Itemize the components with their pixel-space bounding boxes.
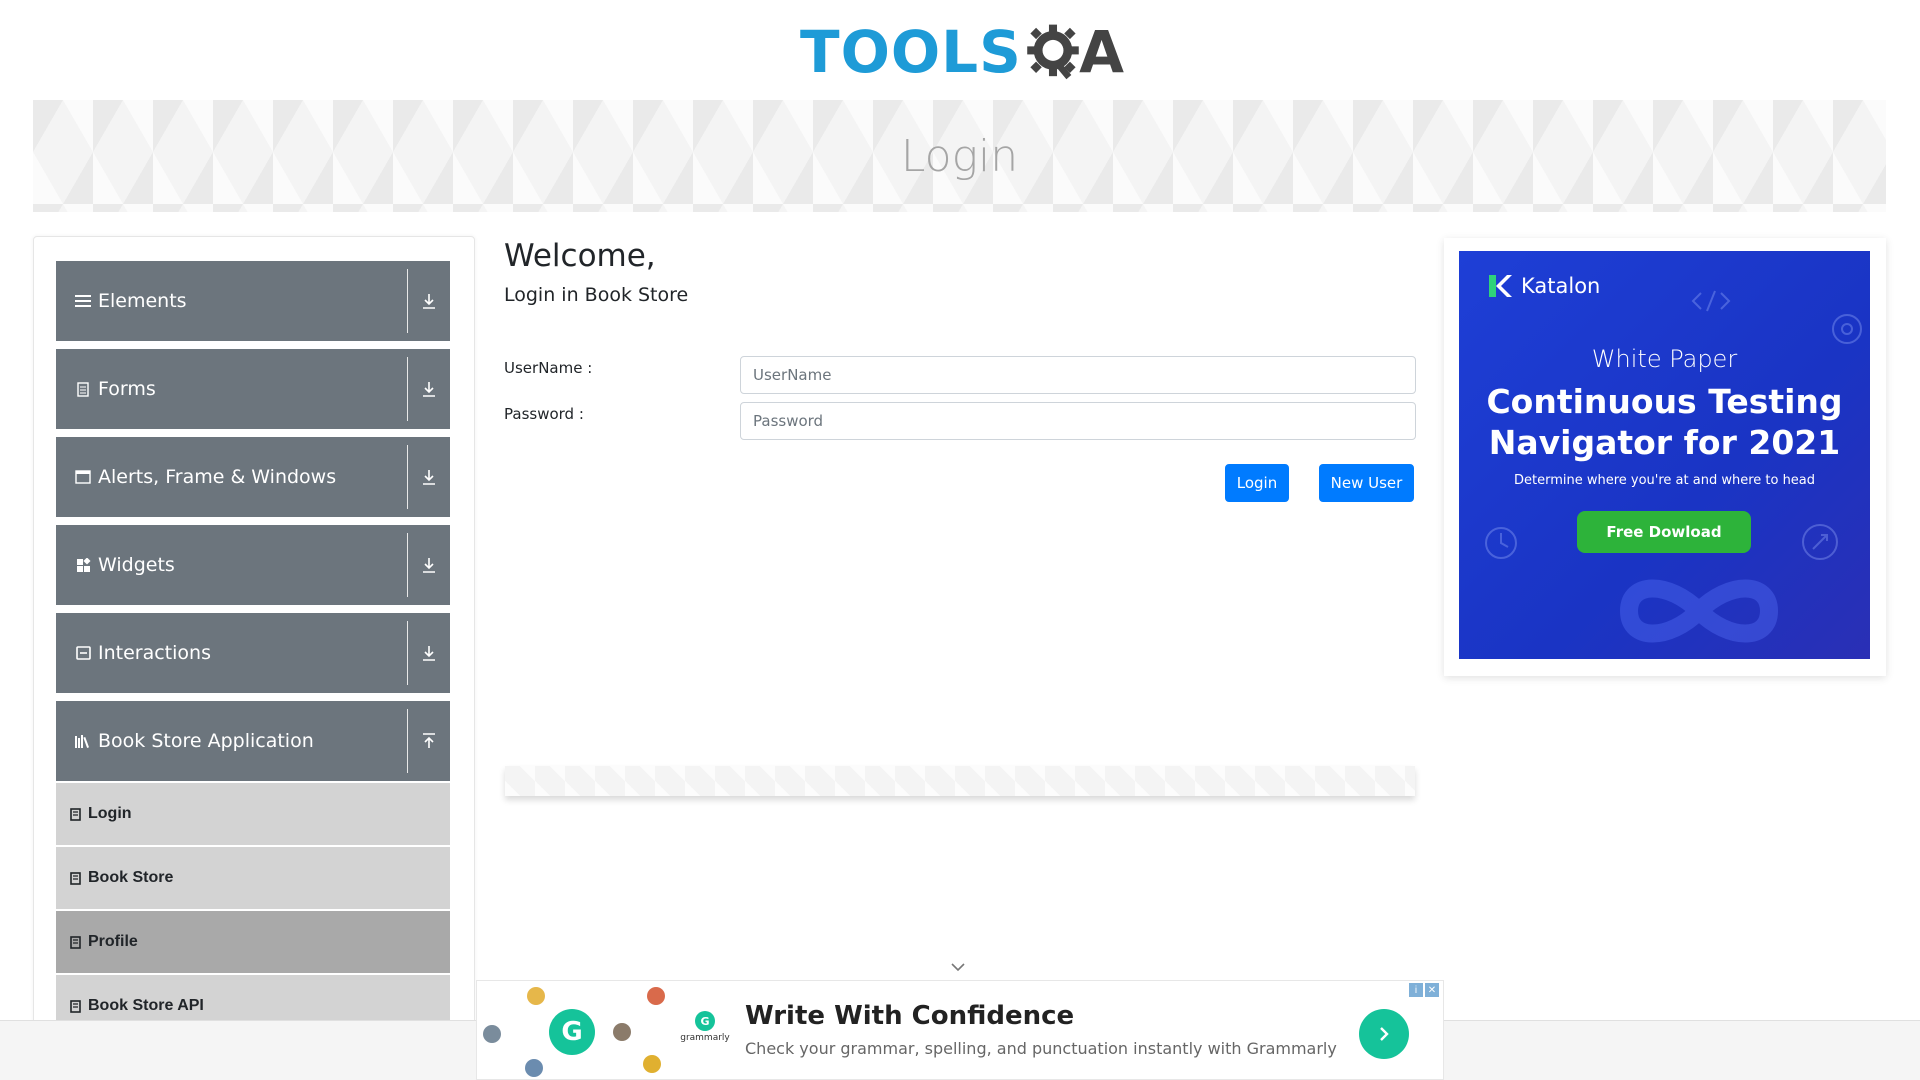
document-icon [73, 379, 93, 399]
sidebar-group-alerts[interactable]: Alerts, Frame & Windows [56, 437, 450, 517]
books-icon [73, 731, 93, 751]
logo-tools-text: TOOLS [800, 18, 1022, 86]
sidebar-group-interactions[interactable]: Interactions [56, 613, 450, 693]
gear-magnifier-icon [1027, 24, 1079, 80]
username-input[interactable] [740, 356, 1416, 394]
logo-letter: G [700, 1014, 710, 1028]
book-icon [70, 807, 82, 821]
avatar [647, 987, 665, 1005]
widgets-icon [73, 555, 93, 575]
new-user-button[interactable]: New User [1319, 464, 1414, 502]
sidebar: Elements Forms Alerts, Frame & Windows W… [33, 236, 475, 1036]
infinity-graphic [1619, 579, 1779, 643]
ad-title-line: Navigator for 2021 [1488, 423, 1841, 462]
welcome-heading: Welcome, [504, 238, 656, 274]
avatar [643, 1055, 661, 1073]
close-icon[interactable]: ✕ [1425, 983, 1439, 997]
sidebar-group-label: Elements [98, 290, 187, 312]
ad-choices[interactable]: i ✕ [1409, 983, 1439, 997]
chevron-down-icon[interactable] [950, 962, 966, 972]
sidebar-group-elements[interactable]: Elements [56, 261, 450, 341]
page-banner: Login [33, 100, 1886, 212]
katalon-brand-name: Katalon [1521, 274, 1601, 298]
settings-icon [1832, 314, 1862, 344]
logo-a-text: A [1079, 18, 1124, 86]
avatar [613, 1023, 631, 1041]
download-arrow-icon[interactable] [408, 557, 450, 573]
logo-letter: G [561, 1017, 583, 1047]
book-icon [70, 871, 82, 885]
sidebar-group-book-store-application[interactable]: Book Store Application [56, 701, 450, 781]
sidebar-group-widgets[interactable]: Widgets [56, 525, 450, 605]
katalon-ad[interactable]: Katalon White Paper Continuous Testing N… [1459, 251, 1870, 659]
ad-subtitle: Determine where you're at and where to h… [1513, 473, 1816, 488]
sidebar-item-login[interactable]: Login [56, 783, 450, 845]
avatar [483, 1025, 501, 1043]
password-input[interactable] [740, 402, 1416, 440]
sidebar-group-label: Widgets [98, 554, 175, 576]
grammarly-logo-icon: G [549, 1009, 595, 1055]
ad-title: Continuous Testing Navigator for 2021 [1459, 381, 1870, 463]
grammarly-small-logo-icon: G [695, 1011, 715, 1031]
side-ad-card: Katalon White Paper Continuous Testing N… [1444, 238, 1886, 676]
sidebar-item-label: Book Store API [88, 997, 204, 1014]
download-arrow-icon[interactable] [408, 381, 450, 397]
sidebar-item-label: Login [88, 805, 132, 822]
sidebar-group-label: Interactions [98, 642, 211, 664]
code-icon [1691, 290, 1731, 312]
ad-headline: Write With Confidence [745, 1001, 1075, 1031]
sidebar-item-label: Book Store [88, 869, 174, 886]
upload-arrow-icon[interactable] [408, 733, 450, 749]
ad-title-line: Continuous Testing [1486, 382, 1843, 421]
chevron-right-icon[interactable] [1359, 1009, 1409, 1059]
avatar [525, 1059, 543, 1077]
sidebar-group-forms[interactable]: Forms [56, 349, 450, 429]
download-arrow-icon[interactable] [408, 293, 450, 309]
window-icon [73, 467, 93, 487]
free-download-button[interactable]: Free Dowload [1577, 511, 1751, 553]
login-button[interactable]: Login [1225, 464, 1289, 502]
ad-kicker: White Paper [1591, 345, 1738, 373]
rocket-icon [1802, 524, 1838, 560]
katalon-logo-icon [1489, 275, 1512, 297]
grammarly-brand: grammarly [680, 1033, 730, 1043]
toolsqa-logo[interactable]: TOOLS A [800, 14, 1124, 90]
katalon-brand: Katalon [1487, 273, 1600, 299]
book-icon [70, 935, 82, 949]
book-icon [70, 999, 82, 1013]
interactions-icon [73, 643, 93, 663]
clock-icon [1485, 527, 1517, 559]
info-icon[interactable]: i [1409, 983, 1423, 997]
grammarly-ad[interactable]: i ✕ G G grammarly Write With Confidence … [476, 980, 1444, 1080]
download-arrow-icon[interactable] [408, 645, 450, 661]
download-arrow-icon[interactable] [408, 469, 450, 485]
sidebar-group-label: Alerts, Frame & Windows [98, 466, 337, 488]
login-subtitle: Login in Book Store [504, 284, 689, 306]
ad-description: Check your grammar, spelling, and punctu… [745, 1039, 1337, 1058]
page-title: Login [900, 130, 1019, 182]
sidebar-item-profile[interactable]: Profile [56, 911, 450, 973]
sidebar-item-book-store[interactable]: Book Store [56, 847, 450, 909]
username-label: UserName : [504, 359, 593, 377]
sidebar-group-label: Forms [98, 378, 156, 400]
avatar [527, 987, 545, 1005]
password-label: Password : [504, 405, 584, 423]
menu-icon [73, 291, 93, 311]
sidebar-item-label: Profile [88, 933, 138, 950]
content-footer-pattern [505, 766, 1415, 796]
sidebar-group-label: Book Store Application [98, 730, 314, 752]
